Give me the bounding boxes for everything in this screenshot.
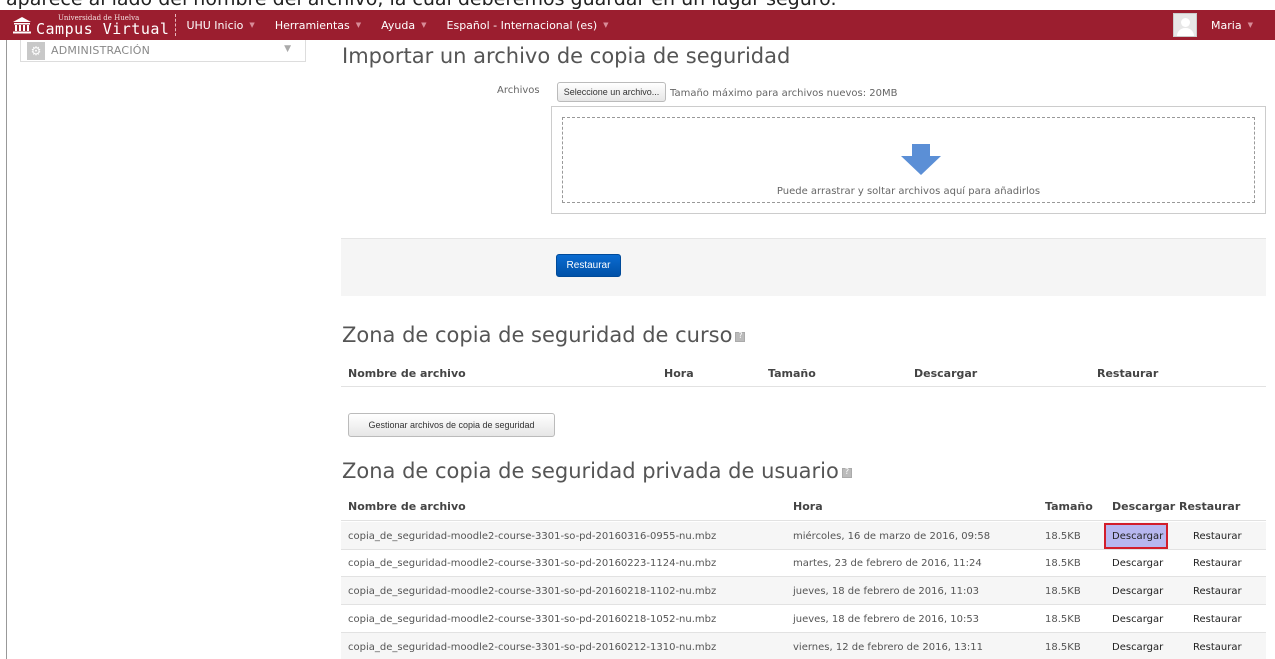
column-header-filename: Nombre de archivo — [348, 367, 466, 380]
nav-ayuda[interactable]: Ayuda ▼ — [381, 19, 426, 32]
select-file-button[interactable]: Seleccione un archivo... — [557, 82, 666, 102]
restore-link[interactable]: Restaurar — [1193, 614, 1242, 625]
drop-instructions: Puede arrastrar y soltar archivos aquí p… — [776, 186, 1041, 197]
file-time: miércoles, 16 de marzo de 2016, 09:58 — [793, 531, 991, 542]
dropzone-dashed-area: Puede arrastrar y soltar archivos aquí p… — [562, 117, 1255, 203]
user-backup-title: Zona de copia de seguridad privada de us… — [342, 459, 852, 483]
nav-uhu-inicio[interactable]: UHU Inicio ▼ — [186, 19, 254, 32]
table-divider — [341, 386, 1266, 387]
nav-label: Herramientas — [274, 18, 350, 32]
file-size: 18.5KB — [1045, 531, 1081, 542]
column-header-download: Descargar — [1112, 500, 1176, 513]
file-size: 18.5KB — [1045, 586, 1081, 597]
download-arrow-icon — [901, 144, 941, 175]
download-link[interactable]: Descargar — [1112, 614, 1163, 625]
course-backup-title-text: Zona de copia de seguridad de curso — [342, 323, 733, 347]
column-header-size: Tamaño — [1045, 500, 1093, 513]
administration-block-header[interactable]: ⚙ ADMINISTRACIÓN ▼ — [20, 40, 306, 62]
download-link[interactable]: Descargar — [1112, 558, 1163, 569]
restore-link[interactable]: Restaurar — [1193, 586, 1242, 597]
gear-icon: ⚙ — [27, 41, 45, 60]
nav-language[interactable]: Español - Internacional (es) ▼ — [447, 19, 609, 32]
file-size: 18.5KB — [1045, 614, 1081, 625]
column-header-download: Descargar — [914, 367, 978, 380]
page-title: Importar un archivo de copia de segurida… — [342, 44, 791, 68]
administration-label: ADMINISTRACIÓN — [51, 44, 151, 57]
max-size-note: Tamaño máximo para archivos nuevos: 20MB — [670, 88, 898, 99]
restore-link[interactable]: Restaurar — [1193, 642, 1242, 653]
column-header-time: Hora — [664, 367, 694, 380]
column-header-restore: Restaurar — [1179, 500, 1241, 513]
user-name: Maria — [1211, 18, 1242, 32]
brand-divider — [175, 14, 177, 36]
chevron-down-icon: ▼ — [421, 21, 427, 29]
chevron-down-icon: ▼ — [355, 21, 362, 29]
nav-label: UHU Inicio — [186, 18, 244, 32]
chevron-down-icon: ▼ — [1247, 21, 1253, 29]
file-name-link[interactable]: copia_de_seguridad-moodle2-course-3301-s… — [348, 558, 716, 569]
file-name-link[interactable]: copia_de_seguridad-moodle2-course-3301-s… — [348, 642, 716, 653]
page-left-border — [6, 40, 7, 659]
form-buttons-area — [341, 238, 1266, 296]
column-header-size: Tamaño — [768, 367, 816, 380]
course-backup-title: Zona de copia de seguridad de curso — [342, 323, 746, 347]
column-header-filename: Nombre de archivo — [348, 500, 466, 513]
file-size: 18.5KB — [1045, 642, 1081, 653]
file-time: martes, 23 de febrero de 2016, 11:24 — [793, 558, 982, 569]
university-building-icon — [13, 17, 31, 34]
caption-text: aparece al lado del nombre del archivo, … — [0, 0, 1275, 10]
column-header-time: Hora — [793, 500, 823, 513]
file-time: jueves, 18 de febrero de 2016, 11:03 — [793, 586, 980, 597]
table-divider — [341, 520, 1266, 521]
help-icon[interactable] — [735, 331, 746, 342]
file-name-link[interactable]: copia_de_seguridad-moodle2-course-3301-s… — [348, 531, 716, 542]
top-navbar: Universidad de Huelva Campus Virtual UHU… — [0, 10, 1275, 40]
column-header-restore: Restaurar — [1097, 367, 1159, 380]
table-divider — [341, 549, 1266, 550]
restore-link[interactable]: Restaurar — [1193, 531, 1242, 542]
nav-label: Ayuda — [381, 18, 416, 32]
user-menu[interactable]: Maria ▼ — [1173, 12, 1253, 38]
restore-link[interactable]: Restaurar — [1193, 558, 1242, 569]
file-size: 18.5KB — [1045, 558, 1081, 569]
file-time: jueves, 18 de febrero de 2016, 10:53 — [793, 614, 980, 625]
file-name-link[interactable]: copia_de_seguridad-moodle2-course-3301-s… — [348, 586, 716, 597]
chevron-down-icon: ▼ — [603, 21, 609, 29]
chevron-down-icon: ▼ — [249, 21, 255, 29]
file-time: viernes, 12 de febrero de 2016, 13:11 — [793, 642, 983, 653]
nav-herramientas[interactable]: Herramientas ▼ — [275, 19, 361, 32]
brand-logo[interactable]: Universidad de Huelva Campus Virtual — [12, 10, 169, 40]
download-link[interactable]: Descargar — [1112, 642, 1163, 653]
manage-backups-button[interactable]: Gestionar archivos de copia de seguridad — [348, 413, 555, 437]
help-icon[interactable] — [841, 467, 852, 478]
brand-title: Campus Virtual — [36, 19, 170, 38]
chevron-down-icon[interactable]: ▼ — [284, 44, 291, 54]
table-divider — [341, 604, 1266, 605]
file-dropzone[interactable]: Puede arrastrar y soltar archivos aquí p… — [551, 106, 1266, 214]
restore-upload-button[interactable]: Restaurar — [556, 254, 621, 277]
avatar[interactable] — [1173, 13, 1198, 37]
file-name-link[interactable]: copia_de_seguridad-moodle2-course-3301-s… — [348, 614, 716, 625]
user-backup-title-text: Zona de copia de seguridad privada de us… — [342, 459, 839, 483]
files-label: Archivos — [497, 85, 540, 96]
download-link[interactable]: Descargar — [1112, 586, 1163, 597]
nav-label: Español - Internacional (es) — [446, 18, 598, 32]
download-link[interactable]: Descargar — [1112, 531, 1163, 542]
